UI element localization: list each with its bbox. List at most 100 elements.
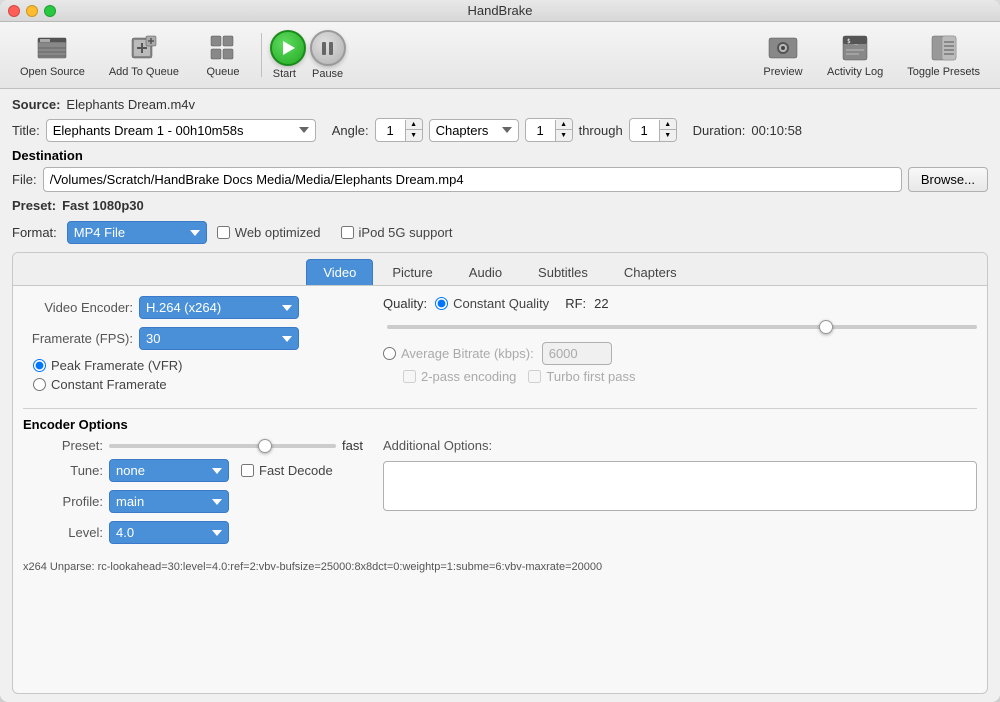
activity-log-label: Activity Log [827, 66, 883, 78]
peak-framerate-radio[interactable] [33, 359, 46, 372]
encoder-preset-row: Preset: fast [23, 438, 363, 453]
two-pass-checkbox[interactable] [403, 370, 416, 383]
queue-icon [207, 32, 239, 64]
web-optimized-checkbox[interactable] [217, 226, 230, 239]
fast-decode-checkbox[interactable] [241, 464, 254, 477]
quality-slider-row [383, 317, 977, 332]
rf-value: 22 [594, 296, 608, 311]
separator-1 [261, 33, 262, 77]
additional-opts-textarea[interactable] [383, 461, 977, 511]
title-row: Title: Elephants Dream 1 - 00h10m58s Ang… [12, 118, 988, 142]
framerate-select[interactable]: 30 [139, 327, 299, 350]
preview-label: Preview [763, 66, 802, 78]
profile-select[interactable]: main [109, 490, 229, 513]
encoder-options-title: Encoder Options [23, 417, 977, 432]
open-source-button[interactable]: Open Source [10, 28, 95, 82]
level-row: Level: 4.0 [23, 521, 363, 544]
chapters-type-select[interactable]: Chapters [429, 119, 519, 142]
tab-audio[interactable]: Audio [452, 259, 519, 285]
chapters-from-up[interactable]: ▲ [556, 119, 572, 130]
titlebar: HandBrake [0, 0, 1000, 22]
window-title: HandBrake [467, 3, 532, 18]
tab-picture[interactable]: Picture [375, 259, 449, 285]
tab-video[interactable]: Video [306, 259, 373, 285]
framerate-label: Framerate (FPS): [23, 331, 133, 346]
average-bitrate-radio[interactable] [383, 347, 396, 360]
constant-quality-radio[interactable] [435, 297, 448, 310]
pause-button[interactable] [310, 30, 346, 66]
activity-log-icon: $ _ [839, 32, 871, 64]
main-content: Source: Elephants Dream.m4v Title: Eleph… [0, 89, 1000, 702]
file-row: File: Browse... [12, 167, 988, 192]
constant-framerate-radio[interactable] [33, 378, 46, 391]
chapters-from-down[interactable]: ▼ [556, 130, 572, 141]
activity-log-button[interactable]: $ _ Activity Log [817, 28, 893, 82]
chapters-from-value: 1 [526, 120, 556, 141]
fast-decode-label[interactable]: Fast Decode [241, 463, 333, 478]
tab-subtitles[interactable]: Subtitles [521, 259, 605, 285]
bitrate-input[interactable] [542, 342, 612, 365]
chapters-through-stepper[interactable]: 1 ▲ ▼ [629, 118, 677, 142]
two-pass-label[interactable]: 2-pass encoding [403, 369, 516, 384]
average-bitrate-label[interactable]: Average Bitrate (kbps): [383, 346, 534, 361]
toggle-presets-button[interactable]: Toggle Presets [897, 28, 990, 82]
toggle-presets-label: Toggle Presets [907, 66, 980, 78]
tab-chapters[interactable]: Chapters [607, 259, 694, 285]
ipod-5g-label[interactable]: iPod 5G support [341, 225, 453, 240]
chapters-from-stepper[interactable]: 1 ▲ ▼ [525, 118, 573, 142]
pause-label: Pause [312, 68, 343, 80]
close-button[interactable] [8, 5, 20, 17]
angle-value: 1 [376, 120, 406, 141]
open-source-icon [36, 32, 68, 64]
preset-slider[interactable] [109, 444, 336, 448]
constant-quality-label[interactable]: Constant Quality [435, 296, 549, 311]
peak-framerate-label[interactable]: Peak Framerate (VFR) [33, 358, 363, 373]
title-select[interactable]: Elephants Dream 1 - 00h10m58s [46, 119, 316, 142]
encoder-label: Video Encoder: [23, 300, 133, 315]
title-label: Title: [12, 123, 40, 138]
encoder-opts-two-col: Preset: fast Tune: none [23, 438, 977, 552]
chapters-through-up[interactable]: ▲ [660, 119, 676, 130]
add-to-queue-label: Add To Queue [109, 66, 179, 78]
file-input[interactable] [43, 167, 902, 192]
queue-button[interactable]: Queue [193, 28, 253, 82]
minimize-button[interactable] [26, 5, 38, 17]
turbo-checkbox[interactable] [528, 370, 541, 383]
duration-label: Duration: [693, 123, 746, 138]
preview-button[interactable]: Preview [753, 28, 813, 82]
preset-value: Fast 1080p30 [62, 198, 144, 213]
angle-down[interactable]: ▼ [406, 130, 422, 141]
web-optimized-label[interactable]: Web optimized [217, 225, 321, 240]
angle-stepper[interactable]: 1 ▲ ▼ [375, 118, 423, 142]
window-controls[interactable] [8, 5, 56, 17]
quality-slider[interactable] [387, 325, 977, 329]
constant-framerate-label[interactable]: Constant Framerate [33, 377, 363, 392]
left-column: Video Encoder: H.264 (x264) Framerate (F… [23, 296, 363, 400]
file-label: File: [12, 172, 37, 187]
preset-slider-wrap: fast [109, 438, 363, 453]
format-select[interactable]: MP4 File [67, 221, 207, 244]
maximize-button[interactable] [44, 5, 56, 17]
two-column-layout: Video Encoder: H.264 (x264) Framerate (F… [23, 296, 977, 400]
angle-up[interactable]: ▲ [406, 119, 422, 130]
level-select[interactable]: 4.0 [109, 521, 229, 544]
tune-select[interactable]: none [109, 459, 229, 482]
add-to-queue-icon [128, 32, 160, 64]
rf-label: RF: [565, 296, 586, 311]
format-label: Format: [12, 225, 57, 240]
duration-value: 00:10:58 [751, 123, 802, 138]
tune-row: Tune: none Fast Decode [23, 459, 363, 482]
ipod-5g-checkbox[interactable] [341, 226, 354, 239]
unparse-row: x264 Unparse: rc-lookahead=30:level=4.0:… [23, 558, 977, 573]
chapters-through-down[interactable]: ▼ [660, 130, 676, 141]
through-label: through [579, 123, 623, 138]
enc-preset-label: Preset: [23, 438, 103, 453]
angle-label: Angle: [332, 123, 369, 138]
start-button[interactable] [270, 30, 306, 66]
encoder-select[interactable]: H.264 (x264) [139, 296, 299, 319]
destination-label: Destination [12, 148, 988, 163]
browse-button[interactable]: Browse... [908, 167, 988, 192]
quality-row: Quality: Constant Quality RF: 22 [383, 296, 977, 311]
add-to-queue-button[interactable]: Add To Queue [99, 28, 189, 82]
turbo-label[interactable]: Turbo first pass [528, 369, 635, 384]
